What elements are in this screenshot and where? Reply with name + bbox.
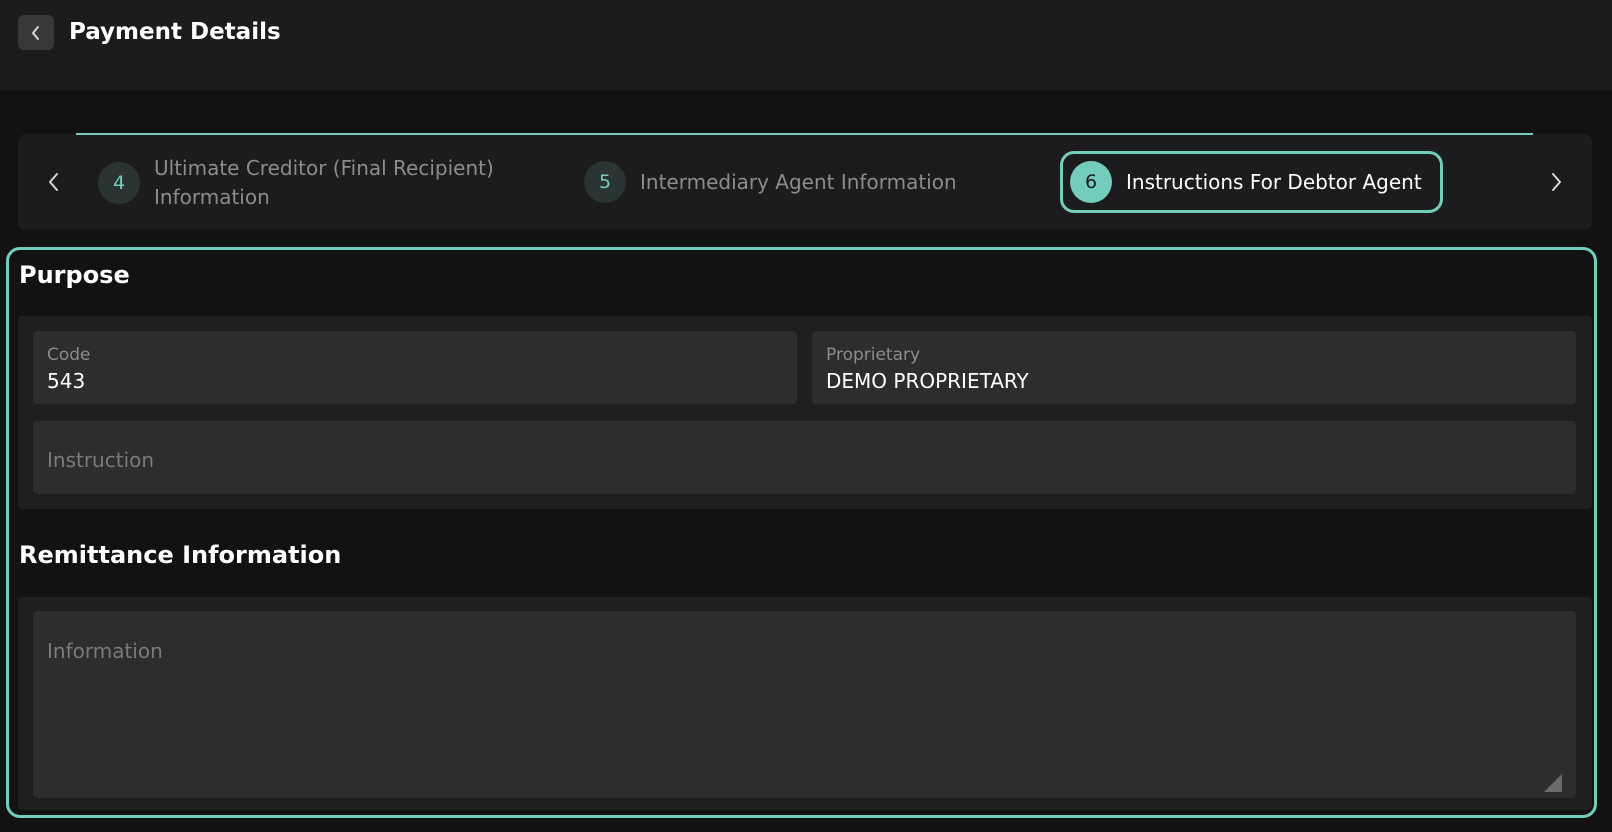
step-4[interactable]: 4 Ultimate Creditor (Final Recipient) In…: [98, 154, 494, 212]
step-label: Instructions For Debtor Agent: [1126, 169, 1422, 194]
purpose-title: Purpose: [19, 261, 130, 289]
step-content: Purpose Code 543 Proprietary DEMO PROPRI…: [6, 247, 1597, 818]
purpose-panel: Code 543 Proprietary DEMO PROPRIETARY In…: [18, 316, 1592, 509]
stepper: 4 Ultimate Creditor (Final Recipient) In…: [18, 133, 1592, 230]
step-label-line2: Information: [154, 185, 270, 209]
step-number: 6: [1070, 161, 1112, 203]
step-number: 5: [584, 161, 626, 203]
chevron-left-icon: [32, 25, 39, 40]
information-textarea[interactable]: Information: [33, 611, 1576, 798]
step-label: Ultimate Creditor (Final Recipient) Info…: [154, 154, 494, 212]
proprietary-value: DEMO PROPRIETARY: [826, 369, 1029, 393]
instruction-field[interactable]: Instruction: [33, 421, 1576, 494]
stepper-progress-line: [76, 133, 1533, 135]
chevron-left-icon: [49, 173, 58, 191]
code-label: Code: [47, 345, 91, 365]
code-value: 543: [47, 369, 86, 393]
header-bar: Payment Details: [0, 0, 1612, 90]
code-field[interactable]: Code 543: [33, 331, 797, 404]
resize-handle[interactable]: [1544, 774, 1562, 792]
proprietary-field[interactable]: Proprietary DEMO PROPRIETARY: [812, 331, 1576, 404]
remittance-title: Remittance Information: [19, 541, 342, 569]
remittance-panel: Information: [18, 597, 1592, 810]
back-button[interactable]: [18, 15, 54, 50]
proprietary-label: Proprietary: [826, 345, 921, 365]
step-5[interactable]: 5 Intermediary Agent Information: [584, 161, 957, 203]
information-placeholder: Information: [47, 639, 163, 663]
stepper-next-button[interactable]: [1538, 162, 1574, 202]
step-6[interactable]: 6 Instructions For Debtor Agent: [1060, 151, 1443, 213]
page-title: Payment Details: [69, 19, 281, 45]
step-label: Intermediary Agent Information: [640, 169, 957, 194]
step-label-line1: Ultimate Creditor (Final Recipient): [154, 156, 494, 180]
stepper-prev-button[interactable]: [36, 162, 72, 202]
chevron-right-icon: [1552, 173, 1561, 191]
instruction-placeholder: Instruction: [47, 448, 155, 472]
step-number: 4: [98, 162, 140, 204]
